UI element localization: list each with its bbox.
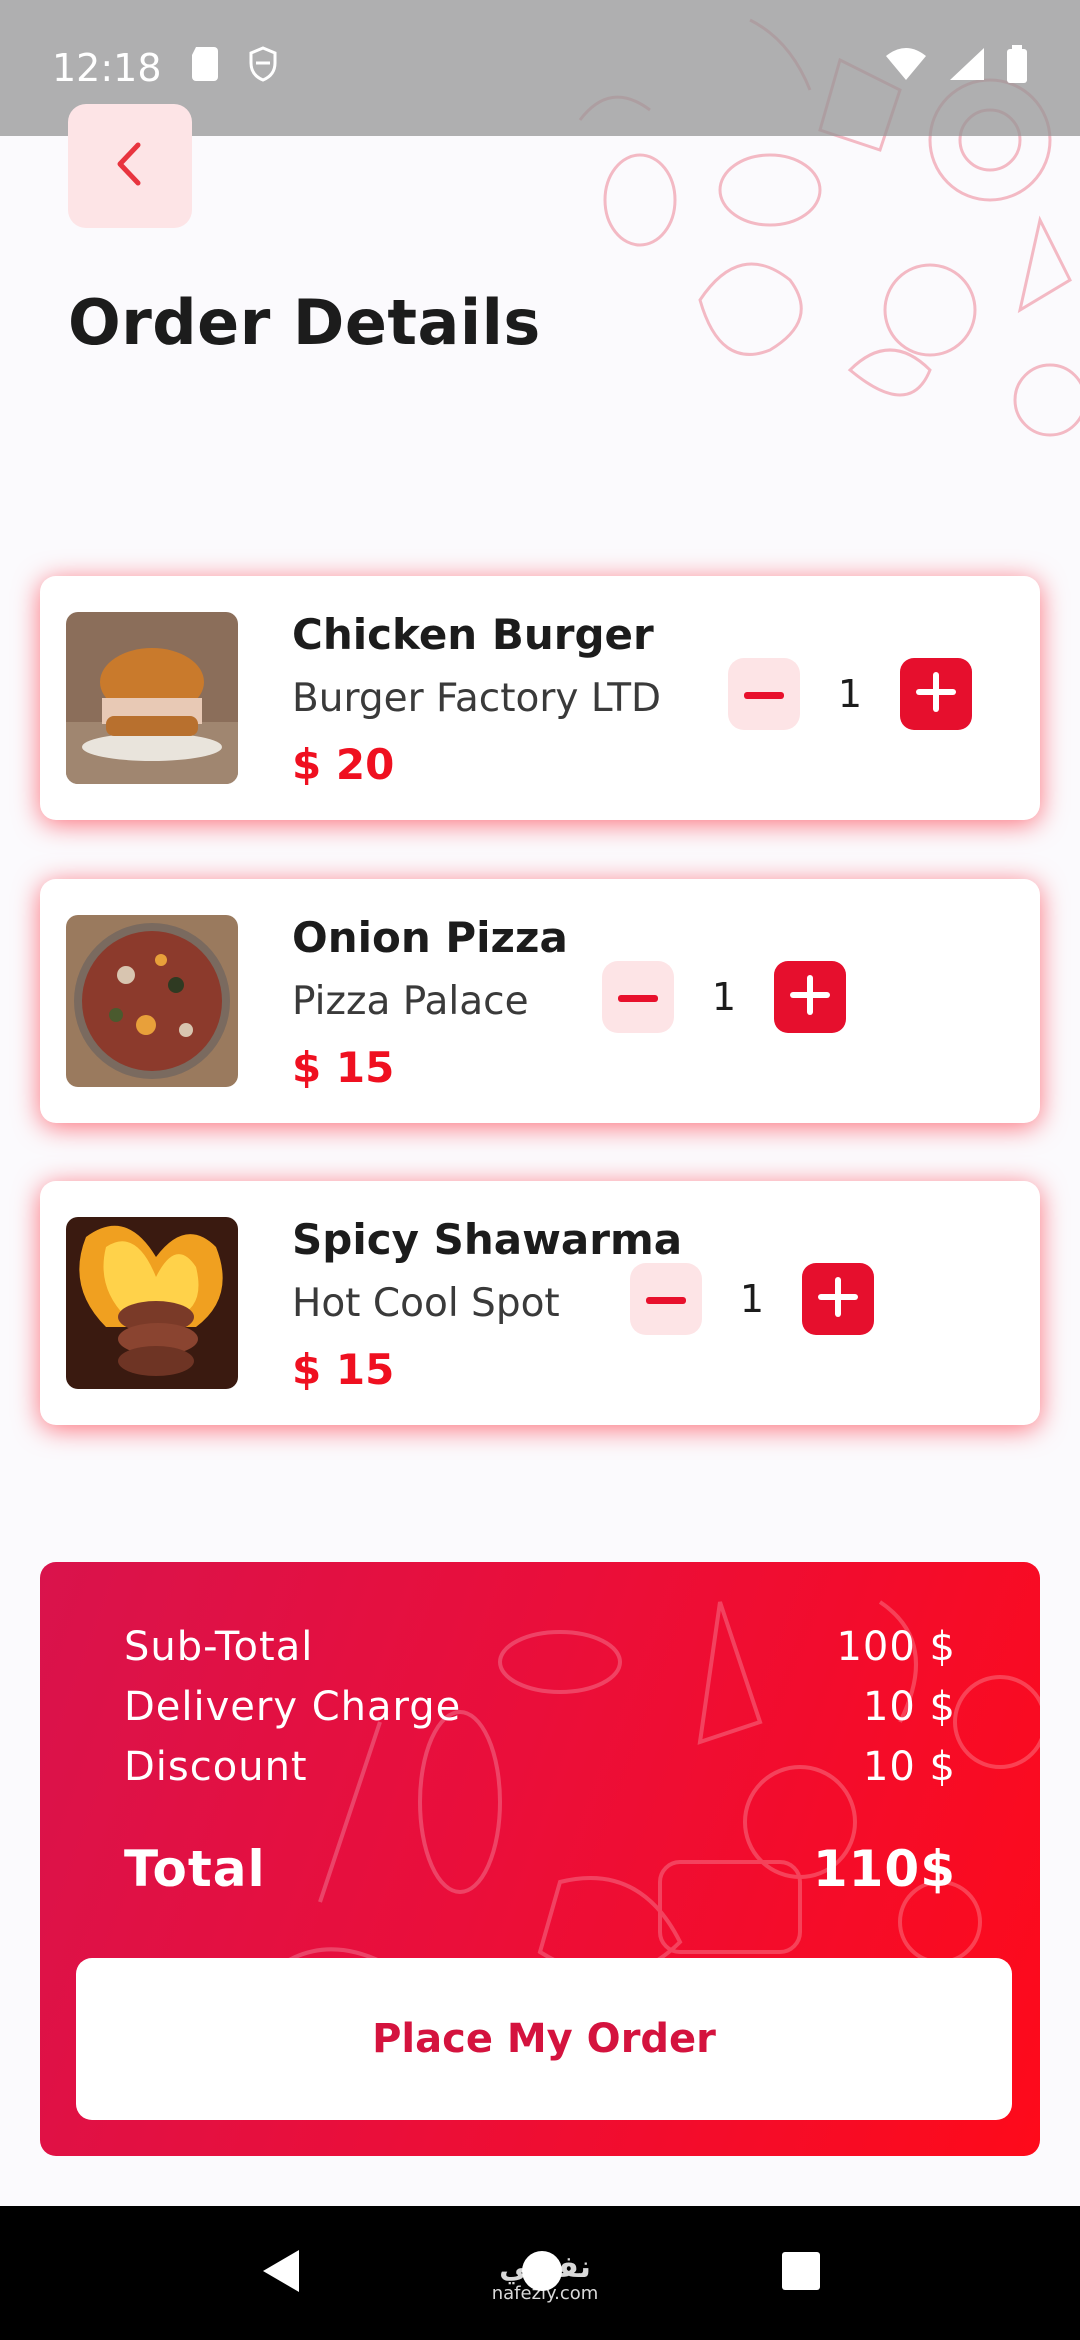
item-name: Onion Pizza <box>292 913 568 962</box>
minus-icon <box>618 988 658 1007</box>
subtotal-row: Sub-Total 100 $ <box>124 1624 956 1670</box>
order-item-card: Spicy Shawarma Hot Cool Spot $ 15 1 <box>40 1181 1040 1425</box>
vpn-icon <box>248 45 278 91</box>
quantity-value: 1 <box>711 975 737 1019</box>
item-vendor: Pizza Palace <box>292 979 529 1024</box>
watermark-main: نفذلي <box>499 2250 591 2285</box>
quantity-value: 1 <box>739 1277 765 1321</box>
watermark: نفذلي nafezly.com <box>470 2250 620 2304</box>
watermark-sub: nafezly.com <box>491 2283 599 2304</box>
item-vendor: Hot Cool Spot <box>292 1281 560 1326</box>
total-label: Total <box>124 1840 266 1898</box>
subtotal-label: Sub-Total <box>124 1624 314 1670</box>
item-vendor: Burger Factory LTD <box>292 676 662 721</box>
discount-value: 10 $ <box>862 1744 956 1790</box>
delivery-row: Delivery Charge 10 $ <box>124 1684 956 1730</box>
total-row: Total 110$ <box>124 1840 956 1898</box>
order-item-card: Chicken Burger Burger Factory LTD $ 20 1 <box>40 576 1040 820</box>
item-price: $ 15 <box>292 1043 395 1092</box>
plus-icon <box>916 672 956 716</box>
minus-icon <box>744 685 784 704</box>
increase-button[interactable] <box>774 961 846 1033</box>
item-name: Spicy Shawarma <box>292 1215 683 1264</box>
wifi-icon <box>884 46 928 91</box>
decrease-button[interactable] <box>630 1263 702 1335</box>
recents-square-icon[interactable] <box>781 2251 821 2295</box>
place-order-button[interactable]: Place My Order <box>76 1958 1012 2120</box>
delivery-label: Delivery Charge <box>124 1684 462 1730</box>
decrease-button[interactable] <box>728 658 800 730</box>
decrease-button[interactable] <box>602 961 674 1033</box>
order-item-card: Onion Pizza Pizza Palace $ 15 1 <box>40 879 1040 1123</box>
quantity-stepper: 1 <box>728 658 972 730</box>
burger-photo <box>66 612 238 784</box>
sd-card-icon <box>190 46 220 90</box>
chevron-left-icon <box>110 139 150 193</box>
pizza-photo <box>66 915 238 1087</box>
discount-label: Discount <box>124 1744 308 1790</box>
increase-button[interactable] <box>802 1263 874 1335</box>
quantity-stepper: 1 <box>602 961 846 1033</box>
delivery-value: 10 $ <box>862 1684 956 1730</box>
increase-button[interactable] <box>900 658 972 730</box>
item-name: Chicken Burger <box>292 610 654 659</box>
discount-row: Discount 10 $ <box>124 1744 956 1790</box>
shawarma-photo <box>66 1217 238 1389</box>
item-price: $ 15 <box>292 1345 395 1394</box>
signal-icon <box>948 46 986 91</box>
battery-icon <box>1006 44 1028 92</box>
back-triangle-icon[interactable] <box>259 2246 303 2300</box>
plus-icon <box>818 1277 858 1321</box>
back-button[interactable] <box>68 104 192 228</box>
item-price: $ 20 <box>292 740 395 789</box>
status-time: 12:18 <box>52 46 162 90</box>
total-value: 110$ <box>812 1840 956 1898</box>
page-title: Order Details <box>68 286 541 359</box>
quantity-stepper: 1 <box>630 1263 874 1335</box>
subtotal-value: 100 $ <box>836 1624 956 1670</box>
plus-icon <box>790 975 830 1019</box>
minus-icon <box>646 1290 686 1309</box>
quantity-value: 1 <box>837 672 863 716</box>
order-summary-panel: Sub-Total 100 $ Delivery Charge 10 $ Dis… <box>40 1562 1040 2156</box>
